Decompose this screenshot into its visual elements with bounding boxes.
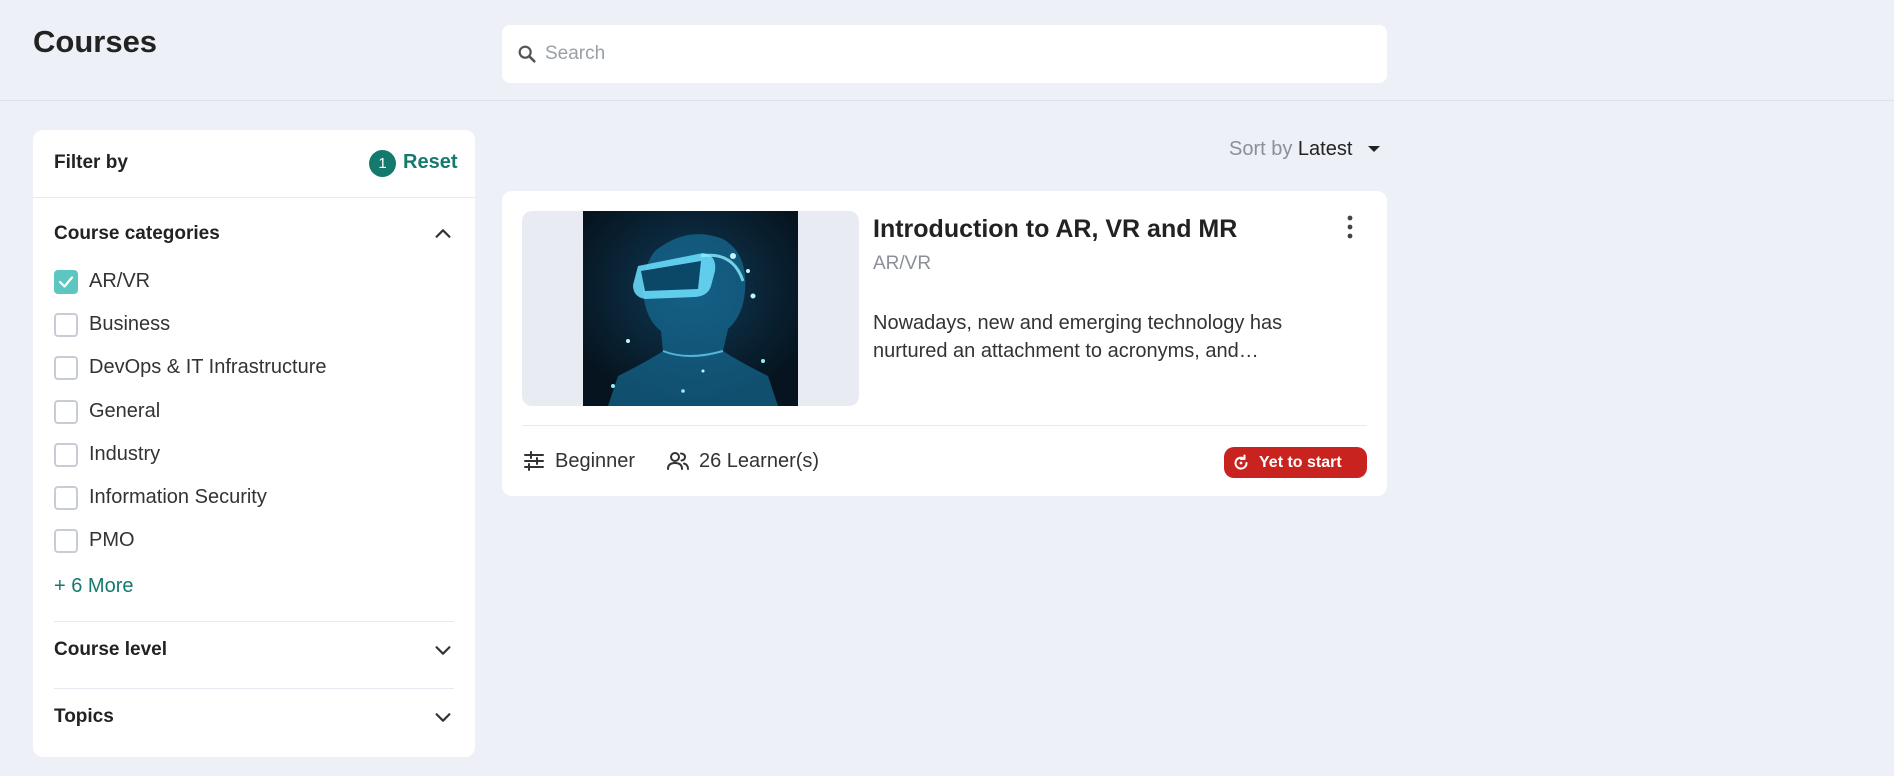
checkbox-checked[interactable]	[54, 270, 78, 294]
filter-title: Filter by	[54, 152, 128, 173]
vr-headset-head-image	[583, 211, 798, 406]
category-option-general[interactable]: General	[54, 398, 434, 426]
chevron-up-icon	[435, 229, 451, 238]
chevron-down-icon	[435, 646, 451, 655]
checkbox[interactable]	[54, 313, 78, 337]
course-level-meta: Beginner	[522, 447, 635, 475]
learners-meta: 26 Learner(s)	[666, 447, 819, 475]
category-option-industry[interactable]: Industry	[54, 441, 434, 469]
learner-count: 26 Learner(s)	[699, 449, 820, 472]
course-description: Nowadays, new and emerging technology ha…	[873, 312, 1283, 362]
status-label: Yet to start	[1259, 453, 1342, 471]
checkbox[interactable]	[54, 529, 78, 553]
topics-title: Topics	[54, 706, 114, 727]
search-input[interactable]	[545, 25, 1365, 83]
course-level-title: Course level	[54, 639, 167, 660]
top-bar: Courses	[0, 0, 1894, 101]
divider	[54, 688, 454, 689]
course-category: AR/VR	[873, 253, 932, 274]
sort-prefix: Sort by	[1229, 138, 1293, 160]
category-option-ar-vr[interactable]: AR/VR	[54, 268, 434, 296]
caret-down-icon	[1367, 146, 1380, 152]
category-label: Business	[89, 313, 171, 335]
course-categories-title: Course categories	[54, 223, 220, 244]
category-label: PMO	[89, 529, 135, 551]
category-label: General	[89, 400, 161, 422]
reset-filters-button[interactable]: Reset	[403, 151, 457, 174]
course-level: Beginner	[555, 449, 636, 472]
divider	[54, 621, 454, 622]
sort-dropdown[interactable]: Sort by Latest	[1229, 138, 1380, 161]
category-option-business[interactable]: Business	[54, 311, 434, 339]
show-more-categories-link[interactable]: + 6 More	[54, 575, 133, 598]
more-options-icon[interactable]	[1338, 213, 1362, 241]
sliders-icon	[524, 451, 544, 471]
checkbox[interactable]	[54, 443, 78, 467]
category-label: AR/VR	[89, 270, 151, 292]
course-thumbnail	[522, 211, 859, 406]
category-option-pmo[interactable]: PMO	[54, 527, 434, 555]
category-label: Information Security	[89, 486, 267, 508]
category-label: Industry	[89, 443, 161, 465]
filter-panel: Filter by 1 Reset Course categories AR/V…	[33, 130, 475, 757]
sort-value: Latest	[1297, 138, 1353, 160]
chevron-down-icon	[435, 713, 451, 722]
course-categories-toggle[interactable]: Course categories	[54, 219, 454, 249]
search-icon	[518, 45, 536, 63]
checkbox[interactable]	[54, 486, 78, 510]
checkbox[interactable]	[54, 400, 78, 424]
category-option-devops[interactable]: DevOps & IT Infrastructure	[54, 354, 434, 382]
status-badge: Yet to start	[1224, 447, 1367, 478]
category-option-information-security[interactable]: Information Security	[54, 484, 434, 512]
check-icon	[58, 276, 74, 288]
checkbox[interactable]	[54, 356, 78, 380]
filter-header: Filter by 1 Reset	[33, 130, 475, 198]
page-title: Courses	[33, 24, 158, 59]
card-divider	[522, 425, 1367, 426]
category-label: DevOps & IT Infrastructure	[89, 356, 327, 378]
refresh-icon	[1234, 454, 1248, 470]
course-level-toggle[interactable]: Course level	[54, 635, 454, 665]
course-title[interactable]: Introduction to AR, VR and MR	[873, 215, 1237, 244]
course-card[interactable]: Introduction to AR, VR and MR AR/VR Nowa…	[502, 191, 1387, 496]
topics-toggle[interactable]: Topics	[54, 702, 454, 732]
active-filter-count-badge: 1	[369, 150, 396, 177]
search-box[interactable]	[502, 25, 1387, 83]
users-icon	[667, 452, 689, 470]
